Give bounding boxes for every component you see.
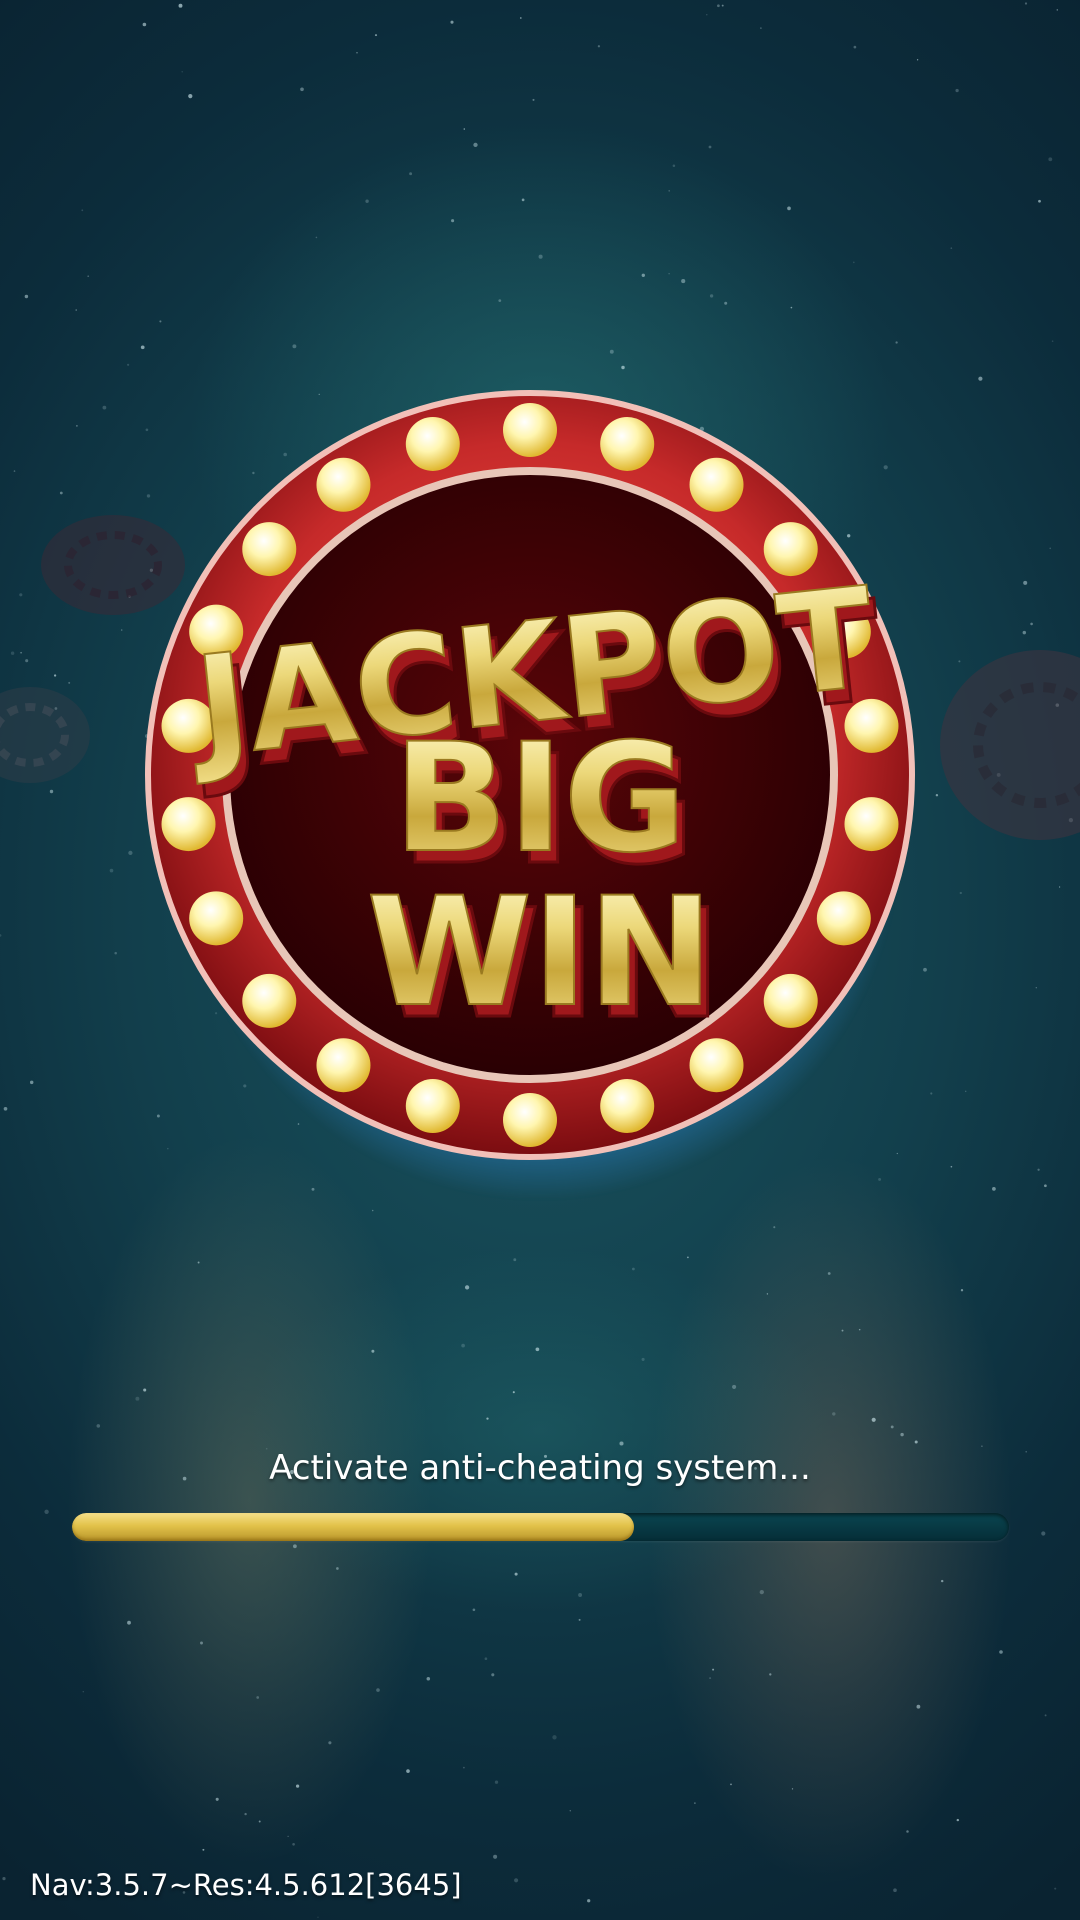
- marquee-bulb: [405, 416, 460, 471]
- loading-screen: JACKPOT JACKPOT BIG BIG WIN WIN Activate…: [0, 0, 1080, 1920]
- marquee-bulb: [161, 797, 216, 852]
- logo-line-win: WIN: [367, 866, 714, 1040]
- marquee-bulb: [242, 522, 297, 577]
- loading-progress-fill: [72, 1513, 635, 1541]
- marquee-bulb: [503, 1093, 557, 1147]
- marquee-bulb: [503, 403, 557, 457]
- marquee-bulb: [600, 1079, 655, 1134]
- marquee-bulb: [816, 891, 871, 946]
- marquee-bulb: [316, 1038, 371, 1093]
- marquee-bulb: [242, 973, 297, 1028]
- loading-progress-bar: [72, 1513, 1009, 1541]
- logo-line-big: BIG: [393, 712, 686, 886]
- loading-status-text: Activate anti-cheating system...: [269, 1448, 811, 1488]
- version-label: Nav:3.5.7~Res:4.5.612[3645]: [30, 1868, 462, 1902]
- marquee-bulb: [689, 457, 744, 512]
- marquee-bulb: [316, 457, 371, 512]
- marquee-bulb: [189, 891, 244, 946]
- marquee-bulb: [763, 973, 818, 1028]
- jackpot-logo: JACKPOT JACKPOT BIG BIG WIN WIN: [145, 390, 915, 1160]
- marquee-bulb: [844, 797, 899, 852]
- marquee-bulb: [405, 1079, 460, 1134]
- marquee-bulb: [600, 416, 655, 471]
